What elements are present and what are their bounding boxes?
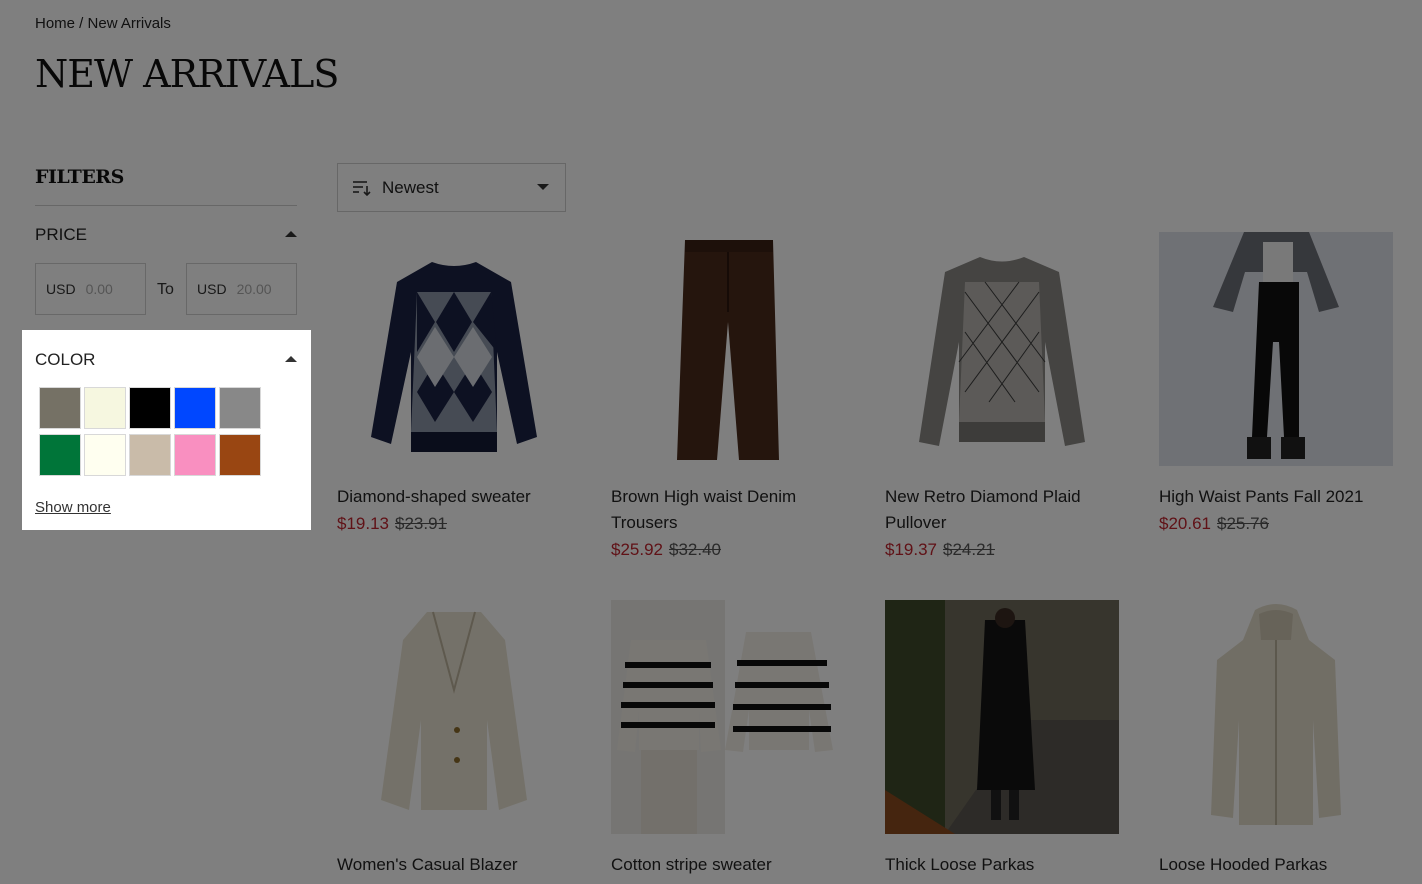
price-min-input[interactable] <box>85 281 136 297</box>
original-price: $23.91 <box>395 514 447 533</box>
product-name[interactable]: Loose Hooded Parkas <box>1159 852 1393 878</box>
product-name[interactable]: Cotton stripe sweater <box>611 852 845 878</box>
breadcrumb-separator: / <box>75 15 88 32</box>
price-to-label: To <box>157 281 174 298</box>
product-name[interactable]: Brown High waist Denim Trousers <box>611 484 845 536</box>
price-min-currency: USD <box>46 281 76 297</box>
product-prices: $25.92 $32.40 <box>611 540 845 560</box>
product-card[interactable]: Cotton stripe sweater <box>611 600 845 878</box>
product-image-grey-argyle-sweater[interactable] <box>885 232 1119 466</box>
price-max-input[interactable] <box>236 281 287 297</box>
sale-price: $20.61 <box>1159 514 1211 533</box>
breadcrumb: Home / New Arrivals <box>35 15 171 32</box>
product-image-brown-trousers[interactable] <box>611 232 845 466</box>
product-prices: $20.61 $25.76 <box>1159 514 1393 534</box>
product-card[interactable]: Diamond-shaped sweater $19.13 $23.91 <box>337 232 571 534</box>
product-card[interactable]: Brown High waist Denim Trousers $25.92 $3… <box>611 232 845 560</box>
page-title: NEW ARRIVALS <box>35 52 339 96</box>
filters-heading: FILTERS <box>35 166 124 188</box>
price-collapse-caret-icon[interactable] <box>285 231 297 237</box>
price-max-currency: USD <box>197 281 227 297</box>
product-prices: $19.13 $23.91 <box>337 514 571 534</box>
original-price: $24.21 <box>943 540 995 559</box>
product-image-beige-hooded-parka[interactable] <box>1159 600 1393 834</box>
product-image-model-leather-pants[interactable] <box>1159 232 1393 466</box>
product-image-model-black-parka[interactable] <box>885 600 1119 834</box>
product-image-beige-blazer[interactable] <box>337 600 571 834</box>
product-name[interactable]: Women's Casual Blazer <box>337 852 571 878</box>
product-name[interactable]: High Waist Pants Fall 2021 <box>1159 484 1393 510</box>
product-card[interactable]: Thick Loose Parkas <box>885 600 1119 878</box>
color-filter-highlight <box>22 330 311 530</box>
original-price: $25.76 <box>1217 514 1269 533</box>
sort-chevron-down-icon <box>537 184 549 190</box>
sale-price: $25.92 <box>611 540 663 559</box>
product-image-navy-argyle-sweater[interactable] <box>337 232 571 466</box>
product-card[interactable]: Loose Hooded Parkas <box>1159 600 1393 878</box>
price-filter-title[interactable]: PRICE <box>35 225 87 245</box>
breadcrumb-current: New Arrivals <box>87 15 171 32</box>
sort-icon <box>353 181 371 196</box>
product-prices: $19.37 $24.21 <box>885 540 1119 560</box>
product-image-striped-sweater[interactable] <box>611 600 845 834</box>
product-name[interactable]: Thick Loose Parkas <box>885 852 1119 878</box>
page: Home / New Arrivals NEW ARRIVALS FILTERS… <box>0 0 1422 884</box>
product-card[interactable]: Women's Casual Blazer <box>337 600 571 878</box>
product-name[interactable]: New Retro Diamond Plaid Pullover <box>885 484 1119 536</box>
breadcrumb-home[interactable]: Home <box>35 15 75 32</box>
original-price: $32.40 <box>669 540 721 559</box>
sort-selected-label: Newest <box>382 178 439 197</box>
sale-price: $19.37 <box>885 540 937 559</box>
sort-select[interactable]: Newest <box>337 163 566 212</box>
sale-price: $19.13 <box>337 514 389 533</box>
price-max-field[interactable]: USD <box>186 263 297 315</box>
product-card[interactable]: New Retro Diamond Plaid Pullover $19.37 $… <box>885 232 1119 560</box>
product-card[interactable]: High Waist Pants Fall 2021 $20.61 $25.76 <box>1159 232 1393 534</box>
product-name[interactable]: Diamond-shaped sweater <box>337 484 571 510</box>
dim-overlay-part <box>0 330 22 530</box>
filters-divider <box>35 205 297 206</box>
price-min-field[interactable]: USD <box>35 263 146 315</box>
